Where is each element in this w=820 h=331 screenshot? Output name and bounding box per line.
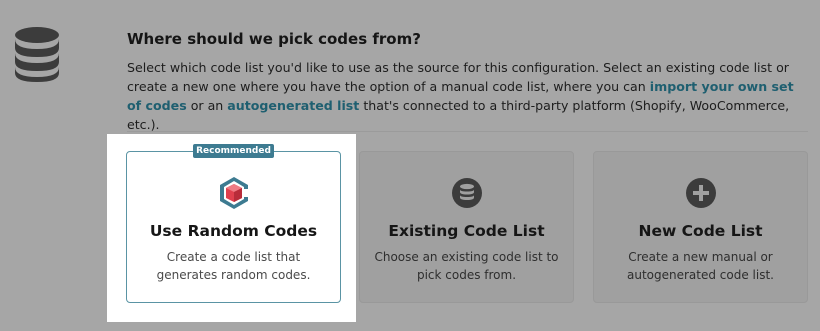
description-text: or an bbox=[186, 98, 228, 113]
card-title: Use Random Codes bbox=[149, 222, 318, 240]
card-description: Choose an existing code list to pick cod… bbox=[374, 250, 559, 282]
section-divider bbox=[127, 131, 808, 132]
autogenerated-list-link[interactable]: autogenerated list bbox=[227, 98, 359, 113]
section-heading: Where should we pick codes from? bbox=[127, 30, 421, 48]
plus-circle-icon bbox=[686, 178, 716, 208]
new-code-list-card[interactable]: New Code List Create a new manual or aut… bbox=[593, 151, 808, 303]
database-icon bbox=[452, 178, 482, 208]
random-codes-logo-icon bbox=[220, 177, 248, 209]
database-icon bbox=[15, 27, 59, 82]
use-random-codes-card[interactable]: Use Random Codes Create a code list that… bbox=[126, 151, 341, 303]
card-title: New Code List bbox=[638, 222, 763, 240]
card-description: Create a new manual or autogenerated cod… bbox=[627, 250, 774, 282]
card-title: Existing Code List bbox=[388, 222, 545, 240]
card-description: Create a code list that generates random… bbox=[156, 250, 311, 282]
section-description: Select which code list you'd like to use… bbox=[127, 58, 807, 134]
existing-code-list-card[interactable]: Existing Code List Choose an existing co… bbox=[359, 151, 574, 303]
recommended-badge: Recommended bbox=[193, 144, 274, 158]
